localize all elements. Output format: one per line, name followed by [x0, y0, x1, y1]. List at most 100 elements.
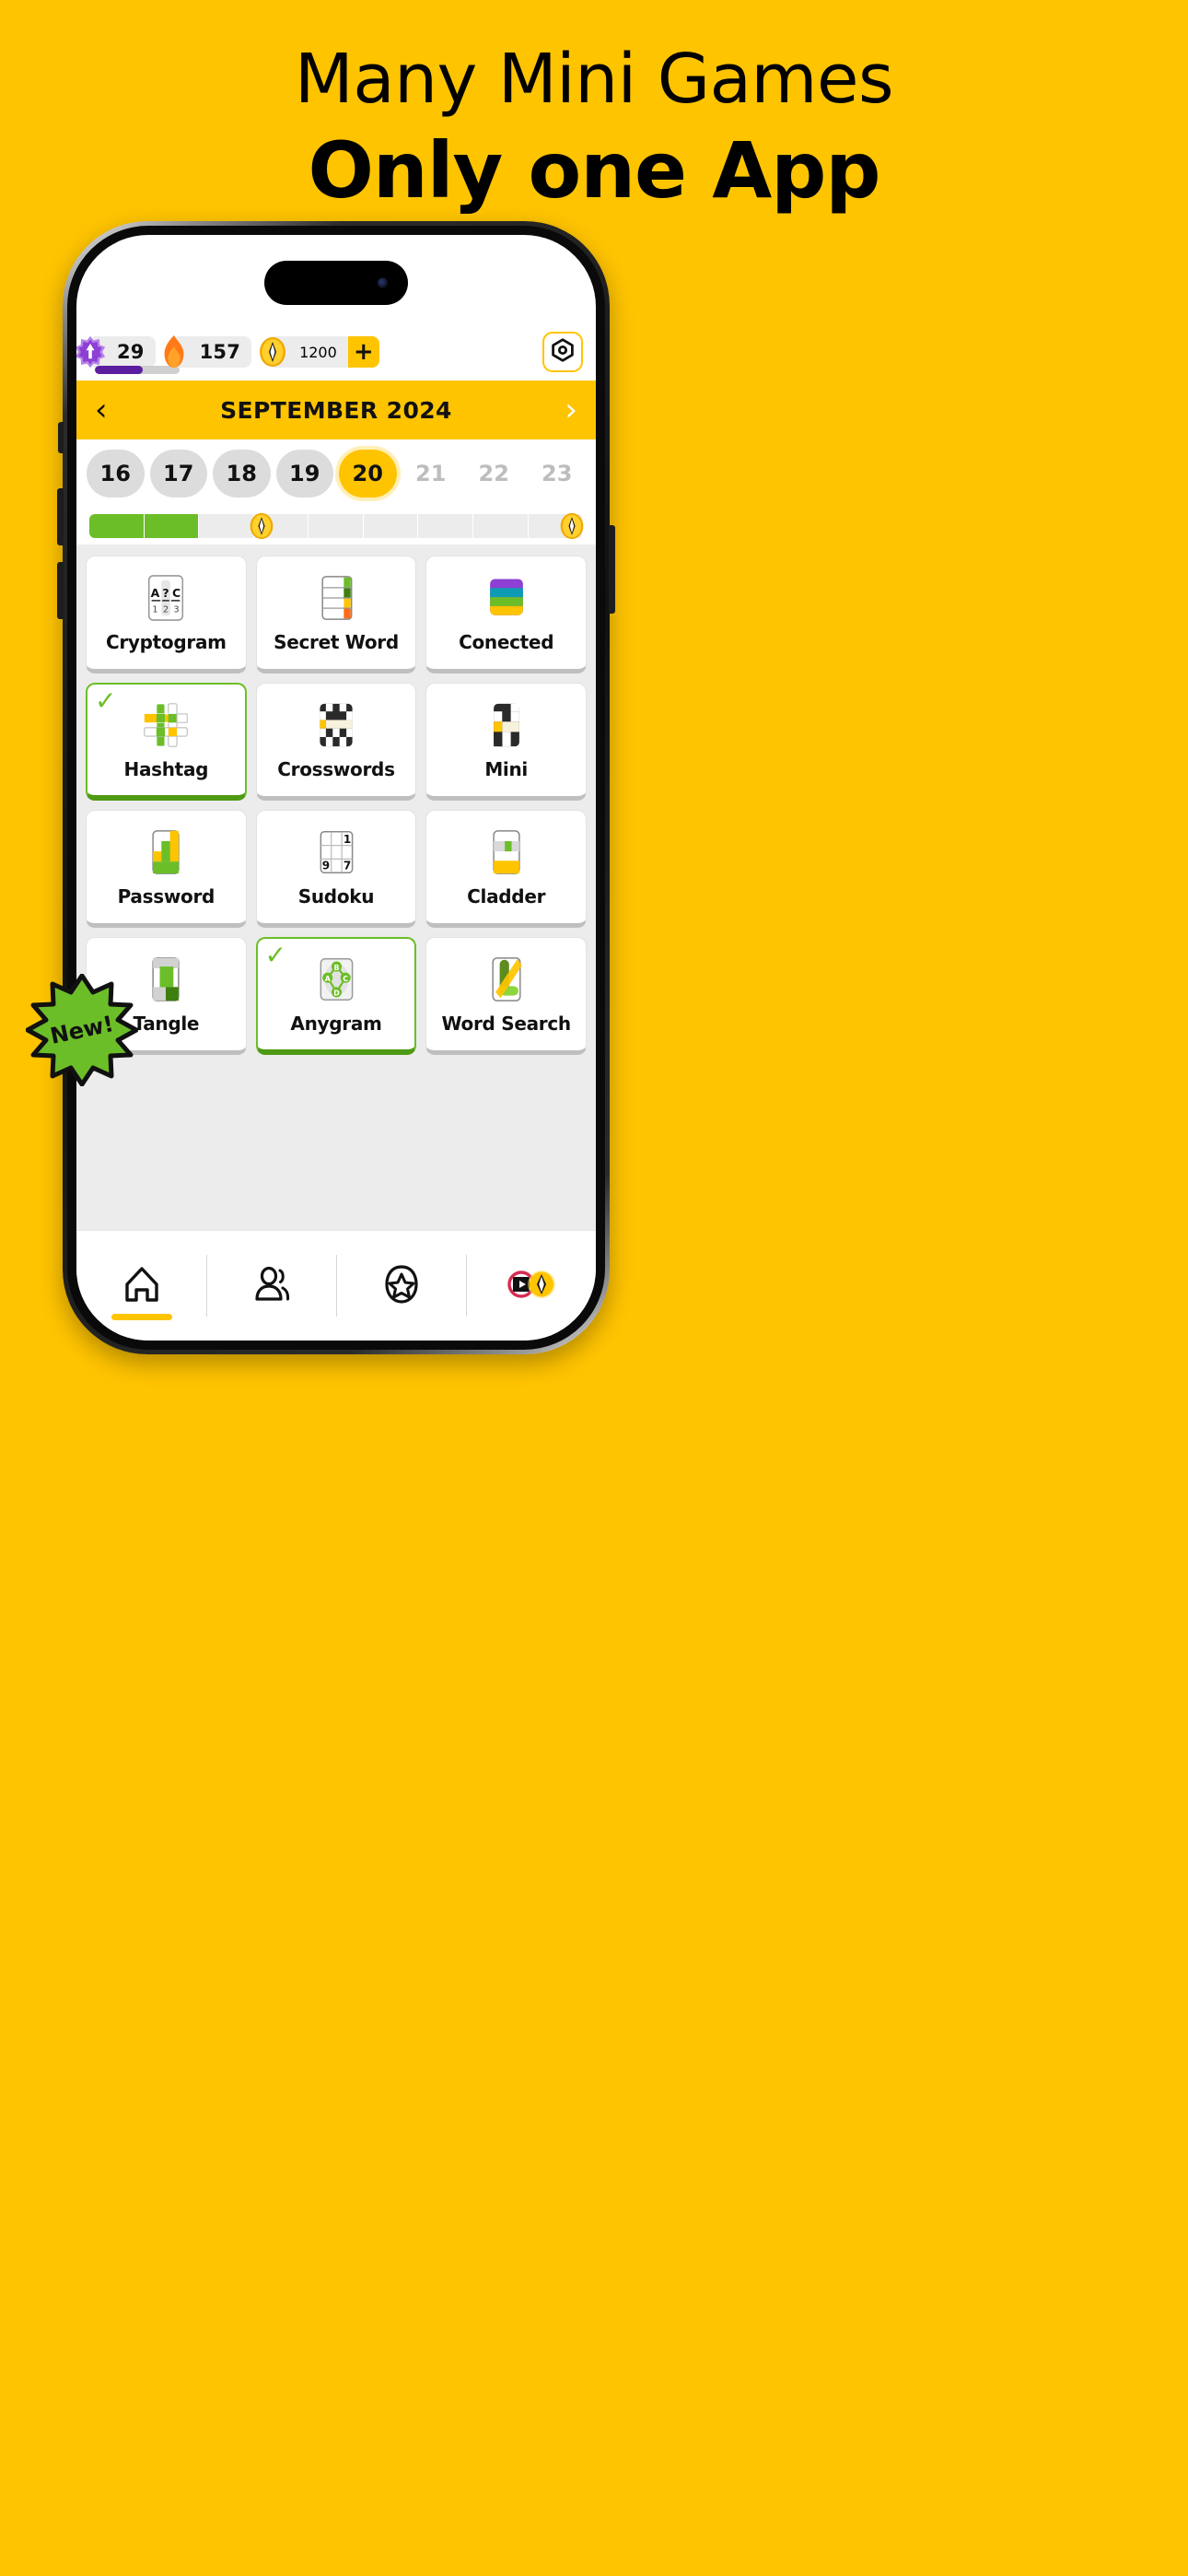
streak-pill[interactable]: 157 — [164, 334, 252, 369]
date-cell[interactable]: 18 — [213, 450, 271, 498]
game-label: Crosswords — [277, 758, 395, 780]
game-label: Hashtag — [123, 758, 209, 780]
cryptogram-icon: A ? C 1 2 3 — [140, 572, 192, 624]
tangle-icon — [140, 954, 192, 1005]
nav-item-friends[interactable] — [206, 1231, 336, 1341]
game-label: Password — [117, 885, 215, 907]
people-icon — [251, 1264, 292, 1308]
game-tile-sudoku[interactable]: 1 9 7 Sudoku — [255, 810, 417, 928]
svg-text:2: 2 — [163, 604, 169, 615]
sudoku-icon: 1 9 7 — [310, 826, 362, 878]
game-tile-crosswords[interactable]: Crosswords — [255, 683, 417, 801]
coins-value: 1200 — [299, 343, 337, 361]
new-badge: New! — [25, 973, 139, 1087]
progress-segment — [309, 514, 364, 538]
month-title: SEPTEMBER 2024 — [220, 396, 452, 424]
svg-text:9: 9 — [322, 860, 330, 872]
game-tile-conected[interactable]: Conected — [425, 556, 587, 673]
progress-segment — [89, 514, 145, 538]
date-cell[interactable]: 21 — [402, 450, 460, 498]
volume-down-button[interactable] — [57, 562, 64, 619]
game-label: Tangle — [133, 1013, 200, 1035]
headline-line-2: Only one App — [308, 125, 881, 217]
game-label: Anygram — [290, 1013, 382, 1035]
svg-text:A: A — [325, 975, 332, 983]
month-header: ‹ SEPTEMBER 2024 › — [76, 381, 596, 439]
date-cell[interactable]: 22 — [465, 450, 523, 498]
promo-screenshot: Many Mini Games Only one App 29 157 1200… — [0, 0, 1188, 2576]
progress-segment — [418, 514, 473, 538]
level-pill[interactable]: 29 — [76, 335, 180, 374]
svg-text:B: B — [333, 964, 339, 972]
progress-segment — [473, 514, 529, 538]
prev-month-button[interactable]: ‹ — [95, 394, 108, 426]
silent-switch[interactable] — [58, 422, 64, 453]
star-icon — [381, 1264, 422, 1308]
svg-text:1: 1 — [153, 604, 158, 615]
svg-text:C: C — [343, 975, 348, 983]
nav-item-awards[interactable] — [336, 1231, 466, 1341]
progress-segment — [144, 514, 200, 538]
game-tile-password[interactable]: Password — [86, 810, 247, 928]
game-tile-cryptogram[interactable]: A ? C 1 2 3 Cryptogram — [86, 556, 247, 673]
game-label: Sudoku — [297, 885, 375, 907]
games-grid: A ? C 1 2 3 Cryptogram Secret Word Conec… — [86, 556, 587, 1055]
game-tile-anygram[interactable]: ✓ B A C D Anygram — [255, 937, 417, 1055]
headline-line-1: Many Mini Games — [294, 40, 894, 119]
bottom-nav — [76, 1230, 596, 1341]
active-tab-underline — [111, 1314, 172, 1320]
date-cell[interactable]: 23 — [529, 450, 587, 498]
front-camera-icon — [378, 277, 388, 288]
headline-block: Many Mini Games Only one App — [0, 40, 1188, 217]
date-strip: 16 17 18 19 20 21 22 23 — [76, 439, 596, 508]
svg-text:?: ? — [163, 586, 169, 600]
progress-segment — [364, 514, 419, 538]
game-tile-hashtag[interactable]: ✓ Hashtag — [86, 683, 247, 801]
date-cell[interactable]: 16 — [87, 450, 145, 498]
game-tile-cladder[interactable]: Cladder — [425, 810, 587, 928]
game-tile-word-search[interactable]: Word Search — [425, 937, 587, 1055]
crosswords-icon — [310, 699, 362, 751]
daily-progress-bar — [76, 508, 596, 544]
streak-value: 157 — [199, 341, 241, 363]
next-month-button[interactable]: › — [565, 394, 577, 426]
progress-track[interactable] — [89, 512, 586, 540]
hashtag-icon — [140, 699, 192, 751]
anygram-icon: B A C D — [310, 954, 362, 1005]
game-label: Word Search — [441, 1013, 571, 1035]
svg-text:D: D — [333, 989, 340, 998]
svg-text:C: C — [172, 586, 181, 600]
game-label: Conected — [459, 631, 554, 653]
level-star-badge-icon — [76, 335, 107, 369]
svg-text:A: A — [151, 586, 160, 600]
video-coin-icon — [499, 1264, 564, 1308]
nav-item-home[interactable] — [76, 1231, 206, 1341]
stats-bar: 29 157 1200 + — [76, 323, 596, 381]
svg-text:3: 3 — [174, 604, 180, 615]
date-cell-today[interactable]: 20 — [339, 450, 397, 498]
phone-screen: 29 157 1200 + ‹ SEPTEMBER 2024 › 16 17 1… — [76, 235, 596, 1341]
game-label: Cladder — [467, 885, 546, 907]
reward-coin-icon — [248, 512, 275, 540]
game-tile-mini[interactable]: Mini — [425, 683, 587, 801]
nav-item-rewards[interactable] — [466, 1231, 596, 1341]
reward-coin-icon — [558, 512, 586, 540]
dynamic-island — [264, 261, 408, 305]
completed-check-icon: ✓ — [264, 940, 287, 970]
power-button[interactable] — [609, 525, 615, 614]
date-cell[interactable]: 19 — [275, 450, 333, 498]
game-tile-secret-word[interactable]: Secret Word — [255, 556, 417, 673]
mini-icon — [481, 699, 532, 751]
phone-mockup: 29 157 1200 + ‹ SEPTEMBER 2024 › 16 17 1… — [57, 221, 615, 1354]
level-value: 29 — [117, 341, 145, 363]
coin-icon — [257, 336, 288, 368]
add-coins-button[interactable]: + — [347, 336, 379, 368]
date-cell[interactable]: 17 — [149, 450, 207, 498]
svg-text:7: 7 — [344, 860, 351, 872]
flame-icon — [157, 334, 191, 369]
settings-nut-icon — [551, 338, 575, 366]
game-label: Cryptogram — [105, 631, 227, 653]
volume-up-button[interactable] — [57, 488, 64, 545]
settings-button[interactable] — [542, 332, 583, 372]
completed-check-icon: ✓ — [95, 685, 117, 716]
